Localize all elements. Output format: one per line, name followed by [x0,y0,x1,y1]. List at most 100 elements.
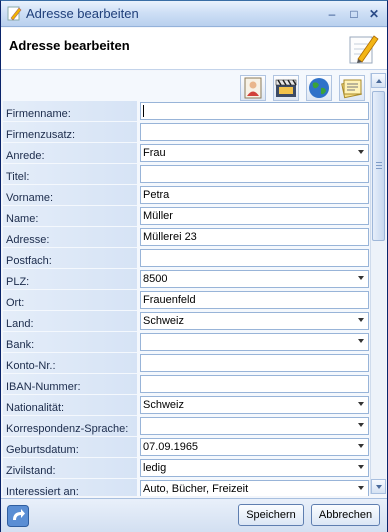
field-label: Ort: [6,297,25,309]
field-value: Frauenfeld [143,294,196,306]
notes-icon [341,79,362,99]
field-label: Firmenzusatz: [6,129,76,141]
field-label: Name: [6,213,39,225]
form-row: Firmenname: [3,101,369,122]
dropdown-field[interactable] [140,333,369,351]
form-row: PLZ: 8500 [3,269,369,290]
pencil-note-icon [349,35,379,64]
maximize-icon[interactable]: □ [347,7,361,21]
form-label-cell: Firmenname: [3,101,137,122]
dropdown-field[interactable]: ledig [140,459,369,477]
field-value: Auto, Bücher, Freizeit [143,483,249,495]
text-field[interactable] [140,354,369,372]
dropdown-field[interactable]: 8500 [140,270,369,288]
chevron-down-icon[interactable] [358,318,364,322]
field-value: 07.09.1965 [143,441,199,453]
text-field[interactable] [140,165,369,183]
form-row: Geburtsdatum: 07.09.1965 [3,437,369,458]
scroll-up-button[interactable] [371,73,386,88]
form-row: IBAN-Nummer: [3,374,369,395]
globe-button[interactable] [305,75,332,101]
film-clapper-button[interactable] [272,75,299,101]
dropdown-field[interactable]: Schweiz [140,396,369,414]
chevron-down-icon[interactable] [358,465,364,469]
text-field[interactable]: Müllerei 23 [140,228,369,246]
form-panel: Firmenname: Firmenzusatz: Anrede: Frau Titel… [3,71,369,496]
dropdown-field[interactable]: Schweiz [140,312,369,330]
address-form: Firmenname: Firmenzusatz: Anrede: Frau Titel… [3,101,369,496]
film-clapper-icon [275,79,297,97]
form-label-cell: Zivilstand: [3,458,137,479]
minimize-icon[interactable]: – [325,7,339,21]
dropdown-field[interactable]: Frau [140,144,369,162]
form-label-cell: Interessiert an: [3,479,137,496]
form-label-cell: Bank: [3,332,137,353]
dialog-footer: Speichern Abbrechen [1,498,387,532]
form-row: Name: Müller [3,206,369,227]
form-label-cell: Nationalität: [3,395,137,416]
person-card-icon [244,77,262,99]
person-card-button[interactable] [239,75,266,101]
form-label-cell: Name: [3,206,137,227]
form-row: Land: Schweiz [3,311,369,332]
chevron-down-icon[interactable] [358,486,364,490]
field-label: Firmenname: [6,108,71,120]
field-label: PLZ: [6,276,30,288]
text-field[interactable]: Petra [140,186,369,204]
field-label: Bank: [6,339,35,351]
vertical-scrollbar[interactable] [370,73,386,494]
dropdown-field[interactable]: Auto, Bücher, Freizeit [140,480,369,496]
text-field[interactable] [140,249,369,267]
title-bar[interactable]: Adresse bearbeiten – □ ✕ [1,1,387,27]
text-field[interactable]: Müller [140,207,369,225]
form-label-cell: Konto-Nr.: [3,353,137,374]
close-icon[interactable]: ✕ [367,7,381,21]
scroll-thumb[interactable] [372,91,385,241]
text-field[interactable] [140,375,369,393]
form-label-cell: Anrede: [3,143,137,164]
dropdown-field[interactable]: 07.09.1965 [140,438,369,456]
refresh-icon[interactable] [7,505,29,527]
form-row: Korrespondenz-Sprache: [3,416,369,437]
form-row: Adresse: Müllerei 23 [3,227,369,248]
toolbar [236,75,365,101]
field-label: Titel: [6,171,30,183]
field-label: Zivilstand: [6,465,56,477]
dropdown-field[interactable] [140,417,369,435]
chevron-down-icon[interactable] [358,276,364,280]
form-label-cell: Postfach: [3,248,137,269]
form-row: Nationalität: Schweiz [3,395,369,416]
form-label-cell: Firmenzusatz: [3,122,137,143]
text-field[interactable] [140,123,369,141]
form-row: Postfach: [3,248,369,269]
form-row: Konto-Nr.: [3,353,369,374]
scroll-down-button[interactable] [371,479,386,494]
chevron-down-icon[interactable] [358,339,364,343]
field-label: IBAN-Nummer: [6,381,81,393]
form-row: Firmenzusatz: [3,122,369,143]
field-value: Müllerei 23 [143,231,197,243]
field-label: Postfach: [6,255,52,267]
pencil-note-icon [7,6,22,21]
field-label: Anrede: [6,150,45,162]
field-label: Korrespondenz-Sprache: [6,423,129,435]
field-value: Müller [143,210,173,222]
field-label: Konto-Nr.: [6,360,56,372]
chevron-down-icon[interactable] [358,402,364,406]
form-label-cell: Korrespondenz-Sprache: [3,416,137,437]
chevron-down-icon[interactable] [358,150,364,154]
form-row: Titel: [3,164,369,185]
field-label: Geburtsdatum: [6,444,79,456]
notes-button[interactable] [339,75,365,101]
save-button[interactable]: Speichern [238,504,304,526]
cancel-button[interactable]: Abbrechen [311,504,380,526]
text-field[interactable]: Frauenfeld [140,291,369,309]
chevron-down-icon[interactable] [358,423,364,427]
field-label: Interessiert an: [6,486,79,496]
window-title: Adresse bearbeiten [26,6,139,21]
text-field[interactable] [140,102,369,120]
form-label-cell: PLZ: [3,269,137,290]
chevron-down-icon[interactable] [358,444,364,448]
form-label-cell: Vorname: [3,185,137,206]
field-label: Adresse: [6,234,50,246]
